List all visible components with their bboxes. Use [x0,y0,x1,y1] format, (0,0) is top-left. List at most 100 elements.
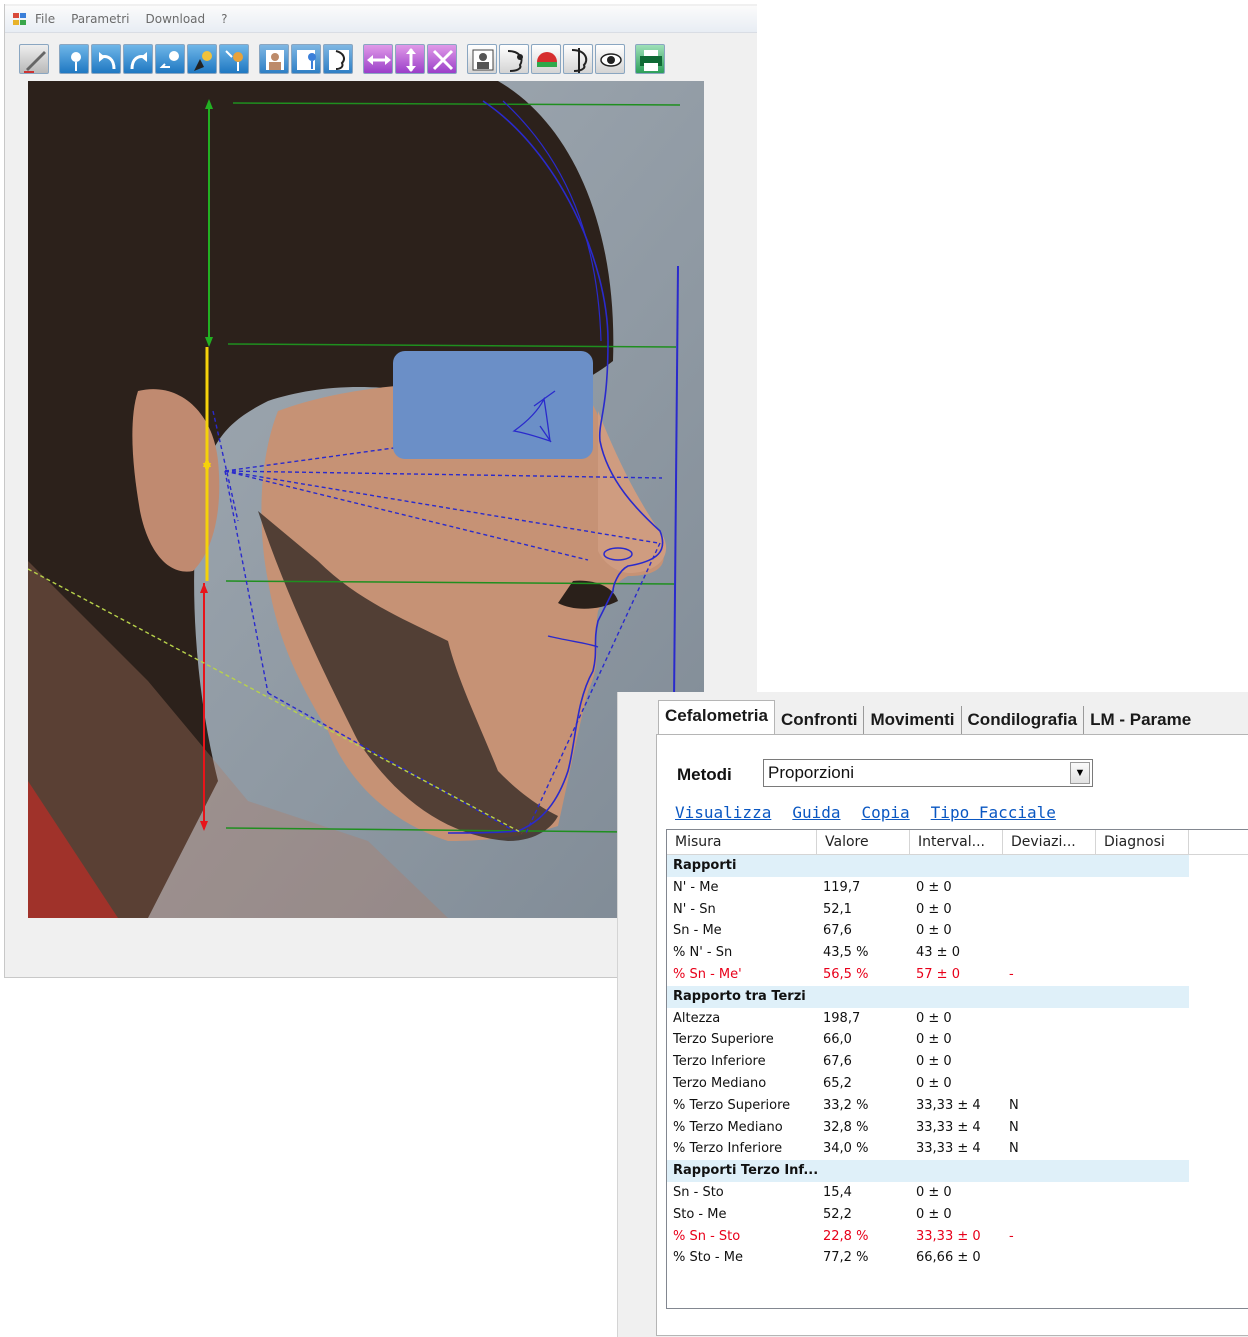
cell-valore: 33,2 % [823,1097,869,1113]
cell-valore: 56,5 % [823,966,869,982]
head-point-button[interactable] [499,44,529,74]
map-pin-button[interactable] [59,44,89,74]
column-header-intervallo[interactable]: Interval... [910,830,1003,854]
table-row[interactable]: % Sn - Me' 56,5 % 57 ± 0 - [667,964,1248,986]
undo-arrow-icon [99,52,116,70]
cell-deviazione [1003,1073,1096,1095]
cell-misura: Terzo Superiore [673,1032,774,1048]
cell-intervallo: 0 ± 0 [916,1032,952,1048]
cell-misura: % Terzo Inferiore [673,1141,783,1157]
menu-download[interactable]: Download [145,12,205,26]
link-guida[interactable]: Guida [792,803,840,822]
table-row[interactable]: % Sto - Me 77,2 % 66,66 ± 0 [667,1247,1248,1269]
ruler-button[interactable] [19,44,49,74]
table-row[interactable]: Terzo Superiore 66,0 0 ± 0 [667,1029,1248,1051]
portrait-pin-button[interactable] [291,44,321,74]
head-split-icon [571,48,588,73]
cell-valore: 119,7 [823,879,861,895]
photo-button[interactable] [467,44,497,74]
tab-lm-parametri[interactable]: LM - Parame [1084,706,1197,734]
tab-movimenti[interactable]: Movimenti [864,706,962,734]
table-row[interactable]: Terzo Inferiore 67,6 0 ± 0 [667,1051,1248,1073]
menu-parametri[interactable]: Parametri [71,12,129,26]
profile-button[interactable] [323,44,353,74]
table-row[interactable]: Sto - Me 52,2 0 ± 0 [667,1204,1248,1226]
move-horizontal-button[interactable] [363,44,393,74]
column-header-valore[interactable]: Valore [817,830,910,854]
table-row[interactable]: N' - Sn 52,1 0 ± 0 [667,899,1248,921]
cell-diagnosi [1096,1138,1189,1160]
tab-confronti[interactable]: Confronti [775,706,865,734]
cell-valore: 65,2 [823,1075,852,1091]
table-row[interactable]: % N' - Sn 43,5 % 43 ± 0 [667,942,1248,964]
shrink-button[interactable] [427,44,457,74]
table-row[interactable]: Terzo Mediano 65,2 0 ± 0 [667,1073,1248,1095]
cell-diagnosi [1096,1051,1189,1073]
table-row[interactable]: N' - Me 119,7 0 ± 0 [667,877,1248,899]
tab-cefalometria[interactable]: Cefalometria [658,700,775,734]
cell-deviazione: N [1009,1141,1019,1157]
cell-valore: 43,5 % [823,945,869,961]
cell-misura: % Sn - Sto [673,1228,741,1244]
redo-arrow-button[interactable] [123,44,153,74]
pin-plus-button[interactable] [219,44,249,74]
tab-condilografia[interactable]: Condilografia [962,706,1085,734]
cell-diagnosi [1096,1247,1189,1269]
cell-deviazione: N [1009,1097,1019,1113]
colour-hemisphere-button[interactable] [531,44,561,74]
chevron-down-icon[interactable]: ▼ [1070,762,1090,784]
table-row[interactable]: Sn - Me 67,6 0 ± 0 [667,920,1248,942]
portrait-button[interactable] [259,44,289,74]
tab-strip: Cefalometria Confronti Movimenti Condilo… [658,700,1197,734]
cell-diagnosi [1096,942,1189,964]
pin-back-button[interactable] [155,44,185,74]
cell-deviazione [1003,1182,1096,1204]
group-label: Rapporti [673,858,737,873]
photo-icon [472,49,494,71]
cell-intervallo: 0 ± 0 [916,879,952,895]
cell-misura: % Sn - Me' [673,966,742,982]
link-copia[interactable]: Copia [862,803,910,822]
table-row[interactable]: Sn - Sto 15,4 0 ± 0 [667,1182,1248,1204]
cell-valore: 67,6 [823,923,852,939]
menu-bar: File Parametri Download ? [5,6,757,33]
ruler-icon [24,51,46,73]
metodi-label: Metodi [677,765,732,784]
group-label: Rapporti Terzo Inf... [673,1163,819,1179]
cell-diagnosi [1096,1226,1189,1248]
table-group-header[interactable]: Rapporto tra Terzi [667,985,1189,1008]
menu-help[interactable]: ? [221,12,227,26]
undo-arrow-button[interactable] [91,44,121,74]
cell-diagnosi [1096,877,1189,899]
cell-deviazione [1003,877,1096,899]
column-header-misura[interactable]: Misura [667,830,817,854]
cell-deviazione [1003,1204,1096,1226]
move-vertical-button[interactable] [395,44,425,74]
menu-file[interactable]: File [35,12,55,26]
column-header-deviazione[interactable]: Deviazi... [1003,830,1096,854]
measurements-table[interactable]: Misura Valore Interval... Deviazi... Dia… [666,829,1248,1309]
pin-cursor-button[interactable] [187,44,217,74]
link-visualizza[interactable]: Visualizza [675,803,771,822]
printer-button[interactable] [635,44,665,74]
table-group-header[interactable]: Rapporti [667,855,1189,877]
cephalometric-photo[interactable] [28,81,704,918]
cell-deviazione: N [1009,1119,1019,1135]
table-row[interactable]: % Terzo Superiore 33,2 % 33,33 ± 4 N [667,1095,1248,1117]
cell-misura: Terzo Inferiore [673,1054,766,1070]
cell-deviazione: - [1009,1228,1014,1244]
eye-button[interactable] [595,44,625,74]
action-links: Visualizza Guida Copia Tipo Facciale [675,803,1077,822]
column-header-diagnosi[interactable]: Diagnosi [1096,830,1189,854]
cell-misura: % Terzo Mediano [673,1119,783,1135]
table-row[interactable]: Altezza 198,7 0 ± 0 [667,1008,1248,1030]
table-row[interactable]: % Sn - Sto 22,8 % 33,33 ± 0 - [667,1226,1248,1248]
metodi-dropdown[interactable]: Proporzioni ▼ [763,759,1093,787]
table-group-header[interactable]: Rapporti Terzo Inf... [667,1160,1189,1182]
head-split-button[interactable] [563,44,593,74]
link-tipo-facciale[interactable]: Tipo Facciale [931,803,1056,822]
table-row[interactable]: % Terzo Mediano 32,8 % 33,33 ± 4 N [667,1117,1248,1139]
cell-misura: Terzo Mediano [673,1075,767,1091]
table-row[interactable]: % Terzo Inferiore 34,0 % 33,33 ± 4 N [667,1138,1248,1160]
cell-diagnosi [1096,1182,1189,1204]
